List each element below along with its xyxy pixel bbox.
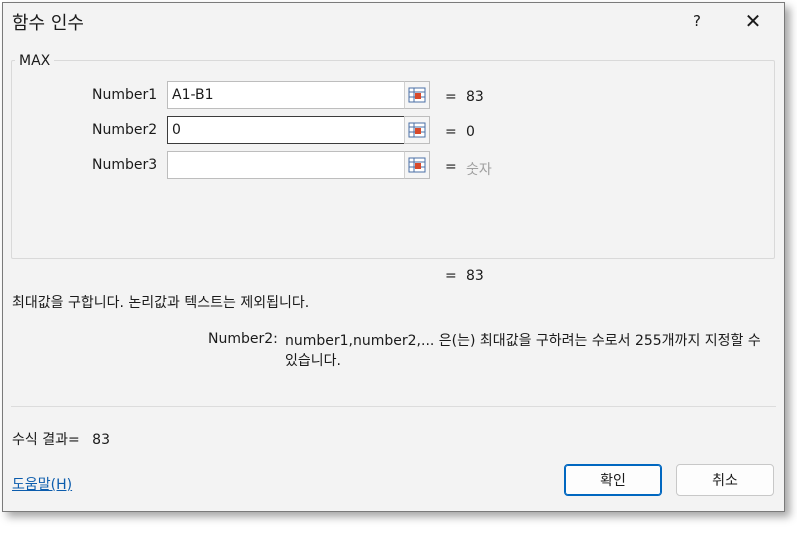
close-icon[interactable]: ✕ xyxy=(738,9,768,33)
title-bar: 함수 인수 ? ✕ xyxy=(3,3,784,39)
number1-label: Number1 xyxy=(92,87,158,103)
help-button[interactable]: ? xyxy=(683,9,711,33)
number3-input[interactable] xyxy=(167,151,405,179)
number2-input[interactable] xyxy=(167,116,405,144)
function-arguments-dialog: 함수 인수 ? ✕ MAX Number1 = 83 Number2 = 0 N… xyxy=(2,2,785,512)
range-select-icon xyxy=(408,157,426,173)
formula-result-label: 수식 결과= xyxy=(12,432,80,448)
cancel-button[interactable]: 취소 xyxy=(676,464,774,496)
formula-result: 수식 결과= 83 xyxy=(12,429,110,449)
argument-help-label: Number2: xyxy=(208,331,278,347)
argument-help-text: number1,number2,... 은(는) 최대값을 구하려는 수로서 2… xyxy=(285,333,761,369)
number2-result: 0 xyxy=(466,124,475,140)
formula-result-value: 83 xyxy=(92,432,110,448)
ok-button[interactable]: 확인 xyxy=(564,464,662,496)
overall-result: 83 xyxy=(466,268,484,284)
number3-result: 숫자 xyxy=(466,162,492,178)
number1-range-button[interactable] xyxy=(404,81,430,109)
number2-label: Number2 xyxy=(92,122,158,138)
number2-range-button[interactable] xyxy=(404,116,430,144)
range-select-icon xyxy=(408,87,426,103)
number2-equals: = xyxy=(445,124,457,140)
number3-label: Number3 xyxy=(92,157,158,173)
overall-equals: = xyxy=(445,268,457,284)
number3-equals: = xyxy=(445,159,457,175)
number3-range-button[interactable] xyxy=(404,151,430,179)
number1-result: 83 xyxy=(466,89,484,105)
range-select-icon xyxy=(408,122,426,138)
number1-input[interactable] xyxy=(167,81,405,109)
divider xyxy=(11,406,776,407)
function-name: MAX xyxy=(15,53,55,69)
number1-equals: = xyxy=(445,89,457,105)
function-description: 최대값을 구합니다. 논리값과 텍스트는 제외됩니다. xyxy=(12,295,310,311)
dialog-title: 함수 인수 xyxy=(12,13,84,34)
help-link[interactable]: 도움말(H) xyxy=(12,474,72,494)
